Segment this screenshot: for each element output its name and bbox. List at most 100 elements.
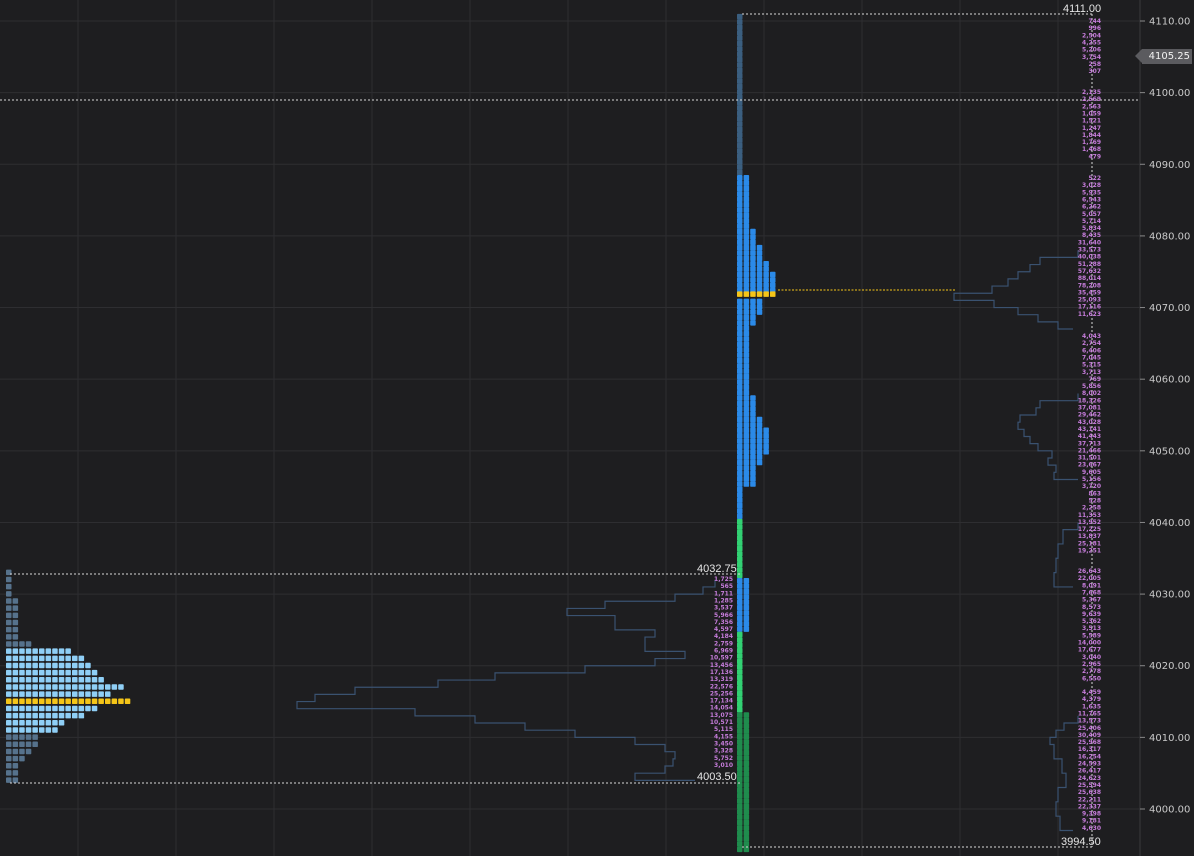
tpo-block-prior bbox=[19, 684, 25, 690]
tpo-block bbox=[737, 583, 743, 589]
tpo-block bbox=[743, 330, 750, 337]
tpo-block bbox=[737, 185, 743, 192]
tpo-block-prior bbox=[85, 684, 91, 690]
tpo-block-prior bbox=[19, 720, 25, 726]
tpo-block bbox=[737, 309, 743, 315]
volume-label: 1,059 bbox=[1082, 110, 1101, 117]
tpo-block bbox=[750, 277, 756, 283]
tpo-block-prior bbox=[12, 720, 19, 726]
tpo-block bbox=[737, 712, 743, 718]
volume-label: 13,952 bbox=[1078, 519, 1101, 526]
volume-label: 37,713 bbox=[1078, 440, 1101, 447]
volume-label: 5,367 bbox=[1082, 597, 1101, 604]
tick-label: 4040.00 bbox=[1149, 518, 1190, 529]
tpo-block bbox=[737, 35, 743, 41]
tpo-block-prior bbox=[52, 648, 58, 654]
tpo-block bbox=[737, 674, 743, 681]
current-session-tpo bbox=[737, 13, 776, 853]
volume-label: 4,043 bbox=[1082, 333, 1101, 340]
tpo-block-prior bbox=[32, 662, 38, 669]
prior-volume-label: 10,597 bbox=[710, 655, 733, 662]
tpo-block-prior bbox=[72, 705, 78, 712]
tpo-block-prior bbox=[58, 677, 65, 683]
tpo-block bbox=[737, 137, 743, 143]
tpo-block bbox=[743, 309, 750, 315]
chart-canvas[interactable]: 7449962,5044,2555,2063,7542583072,1352,5… bbox=[0, 0, 1194, 856]
tpo-block-prior bbox=[25, 684, 32, 690]
tpo-block bbox=[737, 524, 743, 530]
tpo-block bbox=[750, 481, 756, 487]
tpo-block bbox=[743, 223, 750, 229]
tpo-block bbox=[737, 561, 743, 568]
tpo-block bbox=[743, 803, 750, 810]
tpo-block bbox=[743, 291, 750, 297]
tpo-block bbox=[743, 814, 750, 820]
tpo-block bbox=[750, 422, 756, 428]
tpo-block bbox=[750, 239, 756, 245]
market-profile-chart[interactable]: 744 996 2,504 4,255 5,206 3,754 258 307 2,135 2,5… bbox=[0, 0, 1194, 856]
tpo-block-prior bbox=[39, 705, 45, 712]
tpo-block-prior bbox=[72, 669, 78, 676]
tpo-block bbox=[756, 454, 763, 460]
tpo-block bbox=[763, 427, 769, 434]
tpo-block bbox=[737, 105, 743, 111]
tpo-block bbox=[750, 438, 756, 444]
tpo-block-prior bbox=[19, 691, 25, 697]
tpo-block-prior bbox=[52, 662, 58, 669]
tpo-block bbox=[743, 475, 750, 482]
tpo-block-prior bbox=[12, 741, 19, 748]
tpo-block bbox=[737, 739, 743, 745]
tpo-block bbox=[756, 250, 763, 256]
prior-session-tpo bbox=[6, 569, 131, 783]
tpo-block bbox=[737, 545, 743, 552]
tpo-block bbox=[737, 330, 743, 337]
tpo-block bbox=[737, 518, 743, 525]
tpo-block bbox=[743, 314, 750, 321]
volume-label: 3,713 bbox=[1082, 369, 1101, 376]
tpo-block bbox=[770, 282, 776, 288]
price-axis[interactable]: 4110.00 4100.00 4090.00 4080.00 4070.00 4060.… bbox=[1139, 0, 1190, 856]
tpo-block bbox=[737, 508, 743, 514]
tpo-block bbox=[737, 798, 743, 804]
tpo-block-prior bbox=[6, 591, 12, 597]
tpo-block bbox=[743, 373, 750, 380]
prior-volume-label: 13,456 bbox=[710, 662, 733, 669]
tpo-block bbox=[737, 158, 743, 165]
tpo-block bbox=[737, 142, 743, 149]
tpo-block bbox=[743, 594, 750, 600]
tpo-block bbox=[737, 395, 743, 401]
tpo-block bbox=[743, 787, 750, 794]
tpo-block bbox=[737, 373, 743, 380]
tpo-block bbox=[737, 701, 743, 708]
range-low-label: 3994.50 bbox=[1061, 836, 1101, 848]
tpo-block-prior bbox=[12, 763, 19, 769]
tpo-block-prior bbox=[39, 727, 45, 733]
volume-label: 9,605 bbox=[1082, 469, 1101, 476]
tpo-block-prior bbox=[98, 677, 104, 683]
tpo-block-prior bbox=[78, 662, 85, 669]
tpo-block-prior bbox=[91, 684, 98, 690]
tpo-block bbox=[737, 465, 743, 471]
tpo-block bbox=[737, 481, 743, 487]
tpo-block bbox=[743, 320, 750, 326]
tpo-block bbox=[737, 228, 743, 235]
tpo-block-prior bbox=[72, 655, 78, 662]
prior-volume-label: 4,184 bbox=[714, 633, 733, 640]
tpo-block bbox=[750, 465, 756, 471]
tpo-block bbox=[737, 637, 743, 643]
volume-label: 24,593 bbox=[1078, 761, 1101, 768]
prior-range-low-label: 4003.50 bbox=[697, 771, 737, 783]
volume-label: 4,255 bbox=[1082, 39, 1101, 46]
volume-label: 17,225 bbox=[1078, 526, 1101, 533]
tpo-block bbox=[743, 368, 750, 374]
tpo-block bbox=[743, 760, 750, 767]
volume-label: 26,417 bbox=[1078, 768, 1101, 775]
volume-label: 78,208 bbox=[1078, 282, 1101, 289]
volume-label: 22,005 bbox=[1078, 575, 1101, 582]
tpo-block bbox=[737, 771, 743, 777]
tpo-block bbox=[737, 486, 743, 493]
tpo-block bbox=[737, 72, 743, 79]
tpo-block bbox=[737, 615, 743, 622]
tick-label: 4060.00 bbox=[1149, 375, 1190, 386]
tpo-block bbox=[750, 459, 756, 466]
